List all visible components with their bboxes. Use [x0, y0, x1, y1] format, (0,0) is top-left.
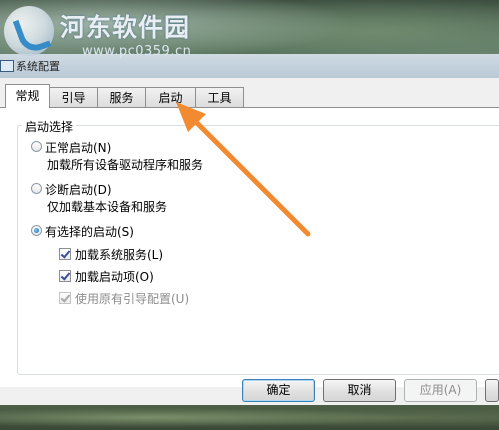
annotation-arrow-icon [176, 102, 311, 237]
tab-general[interactable]: 常规 [5, 84, 50, 108]
